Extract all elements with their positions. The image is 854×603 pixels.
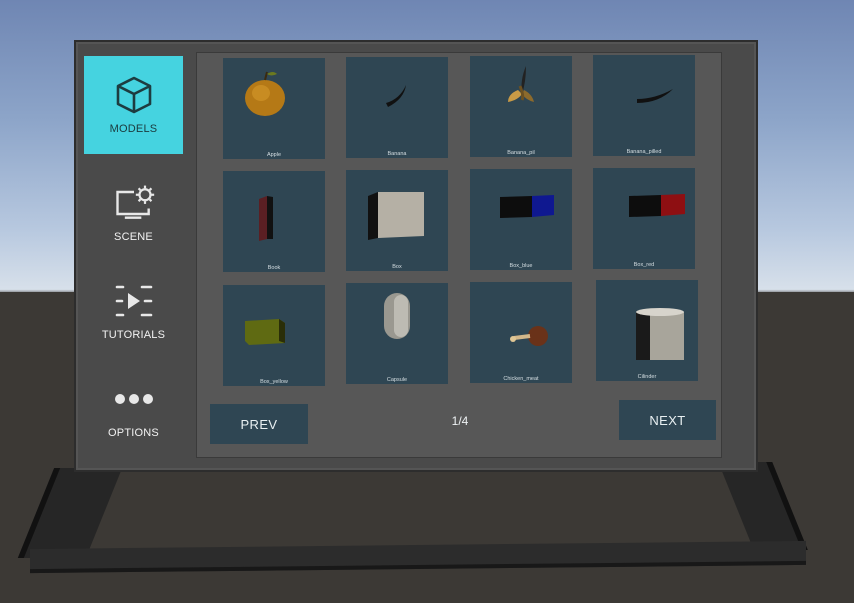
chicken-meat-thumbnail <box>510 326 548 346</box>
sidebar-item-label: SCENE <box>114 231 153 243</box>
banana-pilled-thumbnail <box>637 89 673 103</box>
model-tile-cilinder[interactable]: Cilinder <box>596 280 698 381</box>
model-tile-banana-pilled[interactable]: Banana_pilled <box>593 55 695 156</box>
sidebar-item-label: TUTORIALS <box>101 329 166 341</box>
model-tile-banana[interactable]: Banana <box>346 57 448 158</box>
model-tile-apple[interactable]: Apple <box>223 58 325 159</box>
model-label: Chicken_meat <box>503 376 539 382</box>
tutorial-slides-icon <box>115 285 152 317</box>
model-label: Banana_pilled <box>626 149 662 155</box>
book-thumbnail <box>259 196 273 241</box>
next-button[interactable]: NEXT <box>619 400 716 440</box>
sidebar-item-tutorials[interactable]: TUTORIALS <box>84 262 183 360</box>
model-label: Apple <box>266 152 282 158</box>
sidebar: MODELS SCENE TUTORIALS OPTIONS <box>84 56 184 456</box>
box-yellow-thumbnail <box>245 319 285 345</box>
model-label: Book <box>267 265 281 271</box>
model-label: Box_red <box>633 262 655 268</box>
box-thumbnail <box>368 192 424 240</box>
prev-button[interactable]: PREV <box>210 404 308 444</box>
box-blue-thumbnail <box>500 195 554 218</box>
screen-gear-icon <box>115 185 154 219</box>
banana-pil-thumbnail <box>508 66 534 102</box>
model-tile-box-blue[interactable]: Box_blue <box>470 169 572 270</box>
apple-thumbnail <box>245 71 285 116</box>
model-label: Banana_pil <box>507 150 535 156</box>
model-tile-box-yellow[interactable]: Box_yellow <box>223 285 325 386</box>
sidebar-item-options[interactable]: OPTIONS <box>84 360 183 458</box>
model-label: Capsule <box>386 377 408 383</box>
model-tile-capsule[interactable]: Capsule <box>346 283 448 384</box>
model-label: Banana <box>387 151 407 157</box>
model-tile-banana-pil[interactable]: Banana_pil <box>470 56 572 157</box>
model-tile-box[interactable]: Box <box>346 170 448 271</box>
sidebar-item-label: OPTIONS <box>108 427 159 439</box>
page-indicator: 1/4 <box>451 414 469 428</box>
sidebar-item-label: MODELS <box>109 123 158 135</box>
box-red-thumbnail <box>629 194 685 217</box>
model-tile-book[interactable]: Book <box>223 171 325 272</box>
capsule-thumbnail <box>384 293 410 339</box>
cube-icon <box>116 76 151 114</box>
model-label: Cilinder <box>637 374 657 380</box>
banana-thumbnail <box>386 85 406 107</box>
model-tile-box-red[interactable]: Box_red <box>593 168 695 269</box>
sidebar-item-models[interactable]: MODELS <box>84 56 183 154</box>
more-dots-icon <box>114 394 153 404</box>
sidebar-item-scene[interactable]: SCENE <box>84 164 183 262</box>
cilinder-thumbnail <box>636 308 684 360</box>
model-label: Box_blue <box>509 263 533 269</box>
model-label: Box_yellow <box>260 379 288 385</box>
model-tile-chicken-meat[interactable]: Chicken_meat <box>470 282 572 383</box>
model-label: Box <box>392 264 402 270</box>
